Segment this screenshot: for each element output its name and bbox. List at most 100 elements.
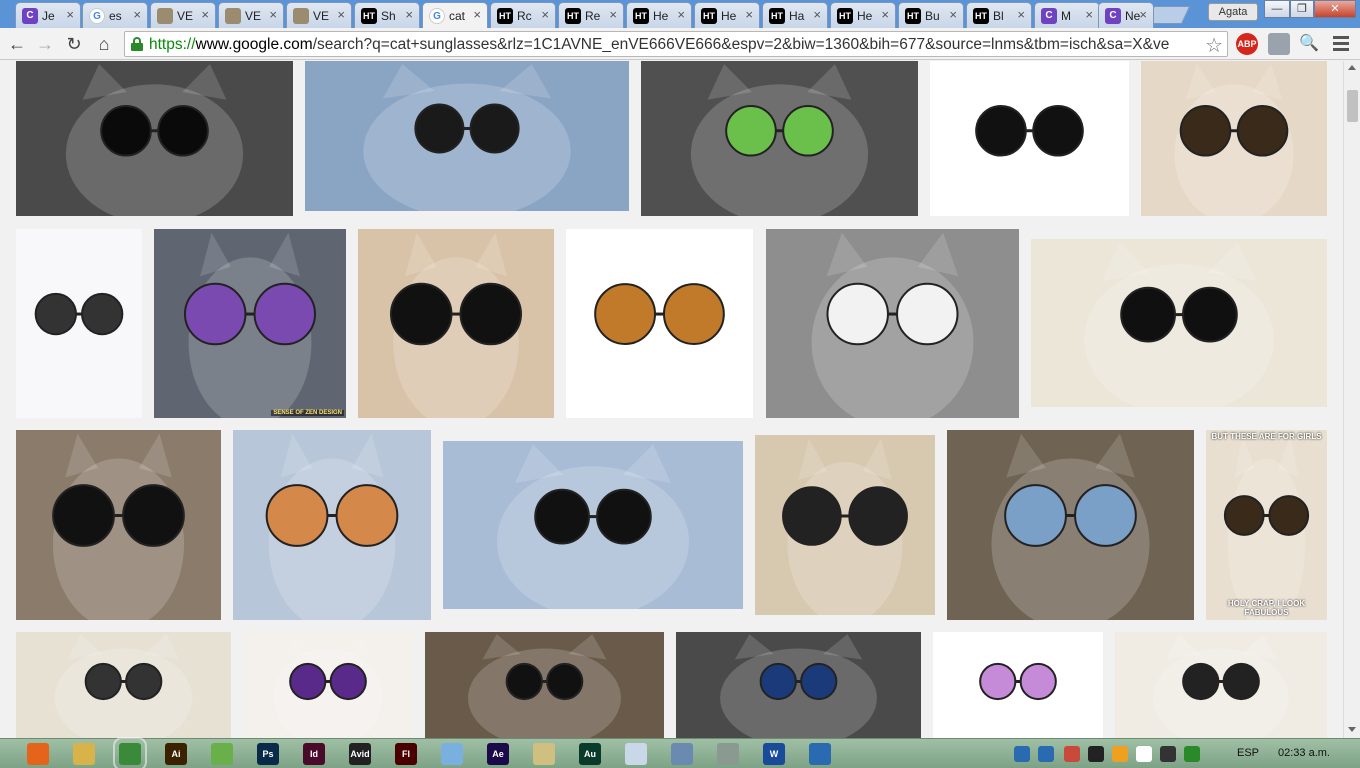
image-result-cat-galaxy-glasses-2[interactable] [243,632,413,738]
maximize-button[interactable]: ❐ [1290,0,1314,18]
profile-button[interactable]: Agata [1208,3,1258,21]
audition-icon[interactable]: Au [579,743,601,765]
firefox-icon[interactable] [27,743,49,765]
sync-icon[interactable] [1112,746,1128,762]
action-center-icon[interactable] [1088,746,1104,762]
utorrent-icon[interactable] [211,743,233,765]
tab-close-icon[interactable]: × [1085,7,1093,22]
calculator-icon[interactable] [671,743,693,765]
flash-icon[interactable]: Fl [395,743,417,765]
forward-button[interactable]: → [33,32,57,56]
image-result-cat-shaped-glasses[interactable] [566,229,753,418]
address-bar[interactable]: https://www.google.com/search?q=cat+sung… [124,31,1228,57]
file-explorer-icon[interactable] [73,743,95,765]
image-result-cat-in-pot-shades[interactable] [16,430,221,620]
tab-close-icon[interactable]: × [541,7,549,22]
url-text[interactable]: https://www.google.com/search?q=cat+sung… [149,36,1204,54]
word-icon[interactable]: W [763,743,785,765]
pen-icon[interactable] [717,743,739,765]
bookmark-star-icon[interactable]: ☆ [1205,33,1223,58]
tab[interactable]: HT Rc × [490,2,556,28]
image-result-orange-white-cat-shades[interactable] [358,229,554,418]
image-result-cat-round-black-glasses[interactable] [16,61,293,216]
tab[interactable]: HT Sh × [354,2,420,28]
tab[interactable]: VE × [218,2,284,28]
close-window-button[interactable]: ✕ [1314,0,1356,18]
notepad-icon[interactable] [441,743,463,765]
tab[interactable]: C Ne × [1098,2,1154,28]
image-result-white-cat-glasses[interactable] [1141,61,1327,216]
tab-close-icon[interactable]: × [677,7,685,22]
chrome-icon[interactable] [113,737,147,768]
network-icon[interactable] [809,743,831,765]
antivirus-icon[interactable] [1064,746,1080,762]
paint-icon[interactable] [625,743,647,765]
indesign-icon[interactable]: Id [303,743,325,765]
back-button[interactable]: ← [5,32,29,56]
tab[interactable]: HT Ha × [762,2,828,28]
tab-close-icon[interactable]: × [66,7,74,22]
extension-icon[interactable] [1268,33,1290,55]
tab-close-icon[interactable]: × [881,7,889,22]
page-scrollbar[interactable] [1343,61,1360,738]
image-result-cat-jeweled-goggles[interactable] [947,430,1194,620]
tab[interactable]: C M × [1034,2,1100,28]
tab[interactable]: VE × [286,2,352,28]
reload-button[interactable]: ↻ [62,32,86,56]
tab[interactable]: C Je × [15,2,81,28]
tab-close-icon[interactable]: × [269,7,277,22]
image-result-three-cats-shades-2[interactable] [425,632,664,738]
image-result-cat-glamour-meme[interactable]: BUT THESE ARE FOR GIRLS HOLY CRAP, I LOOK… [1206,430,1327,620]
tab[interactable]: HT Bl × [966,2,1032,28]
bluetooth-icon[interactable] [1038,746,1054,762]
tab-close-icon[interactable]: × [133,7,141,22]
tab[interactable]: VE × [150,2,216,28]
flag-icon[interactable] [1136,746,1152,762]
folder-icon[interactable] [533,743,555,765]
image-result-black-round-sunglasses[interactable] [930,61,1129,216]
tab-close-icon[interactable]: × [337,7,345,22]
image-result-pink-cat-eye-glasses[interactable] [933,632,1103,738]
tab-close-icon[interactable]: × [745,7,753,22]
image-result-cat-eye-sunglasses[interactable] [16,229,142,418]
search-extension-icon[interactable]: 🔍 [1298,33,1320,55]
tab[interactable]: HT He × [626,2,692,28]
tab-close-icon[interactable]: × [405,7,413,22]
image-result-cat-hammock-aviators[interactable] [766,229,1019,418]
image-result-three-cats-sunglasses[interactable] [305,61,629,211]
tab-close-icon[interactable]: × [1017,7,1025,22]
tab-close-icon[interactable]: × [1139,7,1147,22]
tab[interactable]: HT He × [694,2,760,28]
tab[interactable]: HT Re × [558,2,624,28]
avid-icon[interactable]: Avid [349,743,371,765]
chrome-menu-icon[interactable] [1333,36,1349,54]
image-result-cat-round-glasses-bottom[interactable] [16,632,231,738]
scroll-up-arrow-icon[interactable] [1348,65,1356,70]
volume-icon[interactable] [1160,746,1176,762]
tab-close-icon[interactable]: × [813,7,821,22]
after-effects-icon[interactable]: Ae [487,743,509,765]
image-result-cat-galaxy-glasses[interactable] [641,61,918,216]
tab[interactable]: HT Bu × [898,2,964,28]
scroll-down-arrow-icon[interactable] [1348,727,1356,732]
scrollbar-thumb[interactable] [1347,90,1358,122]
tab-close-icon[interactable]: × [949,7,957,22]
tab-close-icon[interactable]: × [473,7,481,22]
minimize-button[interactable]: — [1264,0,1290,18]
image-result-woman-and-sunglasses-collage[interactable] [755,435,935,615]
tab-close-icon[interactable]: × [609,7,617,22]
image-result-rihanna-and-glasses[interactable] [1115,632,1327,738]
illustrator-icon[interactable]: Ai [165,743,187,765]
tab-close-icon[interactable]: × [201,7,209,22]
photoshop-icon[interactable]: Ps [257,743,279,765]
nvidia-icon[interactable] [1184,746,1200,762]
home-button[interactable]: ⌂ [92,32,116,56]
tab[interactable]: HT He × [830,2,896,28]
notification-tray-icon[interactable] [1014,746,1030,762]
image-result-cat-hat-glasses[interactable] [676,632,921,738]
clock[interactable]: 02:33 a.m. [1278,747,1330,759]
image-result-cat-dark-round-glasses[interactable] [1031,239,1327,407]
image-result-cat-fish-glasses[interactable] [233,430,431,620]
tab-active[interactable]: Gcat × [422,2,488,28]
adblock-plus-icon[interactable]: ABP [1236,33,1258,55]
